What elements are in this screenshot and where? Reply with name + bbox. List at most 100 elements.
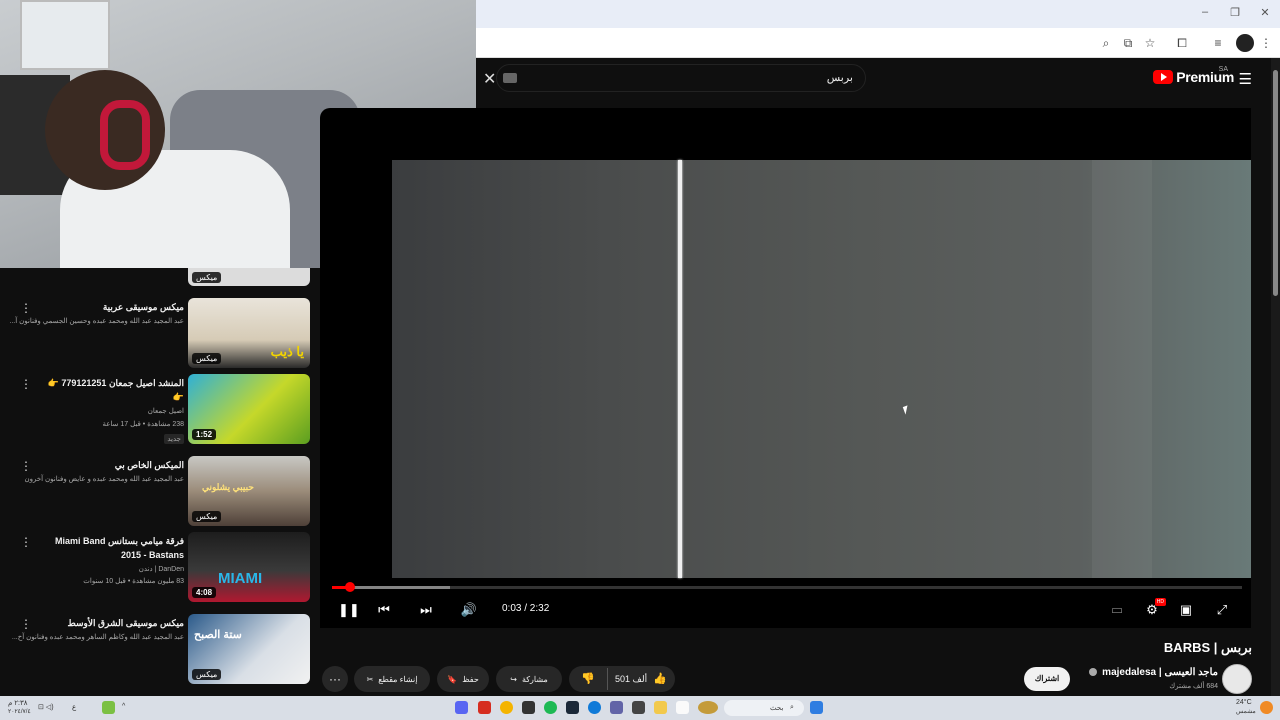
terminal-icon[interactable] <box>522 701 535 714</box>
sun-weather-icon[interactable] <box>1260 701 1273 714</box>
bookmark-star-icon[interactable]: ☆ <box>1142 35 1158 51</box>
progress-scrubber[interactable] <box>345 582 356 592</box>
next-icon[interactable]: ⏭ <box>418 601 434 619</box>
profile-icon[interactable] <box>1236 34 1254 52</box>
like-count[interactable]: 501 ألف <box>615 674 647 685</box>
page-scrollbar[interactable] <box>1271 58 1280 696</box>
date: ٢٠٢٤/٧/٤ <box>8 709 31 715</box>
settings-gear-icon[interactable]: ⚙ HD <box>1144 598 1166 619</box>
item-meta: 238 مشاهدة • قبل 17 ساعة <box>102 421 184 428</box>
spotify-icon[interactable] <box>544 701 557 714</box>
more-options-icon[interactable]: ⋮ <box>20 536 32 548</box>
tray-app-icon[interactable] <box>102 701 115 714</box>
subscribe-button[interactable]: اشتراك <box>1024 667 1070 691</box>
extensions-icon[interactable]: ⧠ <box>1174 35 1190 51</box>
verified-icon <box>1089 668 1098 677</box>
mix-badge: ميكس <box>192 511 222 522</box>
weather-temp[interactable]: 24°C <box>1236 699 1252 706</box>
list-item[interactable]: ستة الصبح ميكس ⋮ ميكس موسيقى الشرق الأوس… <box>0 614 320 688</box>
scroll-thumb[interactable] <box>1273 70 1278 296</box>
divider <box>607 668 608 690</box>
video-thumbnail[interactable]: حبيبي يشلوني ميكس <box>188 456 310 526</box>
previous-icon[interactable]: ⏮ <box>376 601 392 619</box>
more-actions-button[interactable]: ··· <box>322 666 348 692</box>
discord-icon[interactable] <box>455 701 468 714</box>
item-channel: عبد المجيد عبد الله ومحمد عبده و عايض وف… <box>24 476 184 483</box>
dislike-icon[interactable]: 👎 <box>581 672 595 685</box>
start-windows-icon[interactable] <box>810 701 823 714</box>
minimize-button[interactable]: – <box>1190 6 1220 22</box>
item-channel: اصيل جمعان <box>147 408 184 415</box>
search-input[interactable]: ✕ بربس <box>483 64 866 92</box>
close-window-button[interactable]: ✕ <box>1250 6 1280 22</box>
browser-toolbar: ⌕ ⧉ ☆ ⧠ ≡ ⋮ <box>476 28 1280 58</box>
like-icon[interactable]: 👍 <box>653 672 667 685</box>
store-icon[interactable] <box>632 701 645 714</box>
clip-label: إنشاء مقطع <box>378 674 418 684</box>
bookmark-icon: 🔖 <box>447 674 458 684</box>
steam-icon[interactable] <box>566 701 579 714</box>
red-app-icon[interactable] <box>478 701 491 714</box>
volume-icon[interactable]: 🔊 <box>460 601 478 619</box>
taskbar-search[interactable]: بحث ⌕ <box>724 700 804 716</box>
thumbnail-text: MIAMI <box>218 570 263 587</box>
teams-icon[interactable] <box>610 701 623 714</box>
mix-badge: ميكس <box>192 669 222 680</box>
tray-expand-icon[interactable]: ^ <box>122 703 125 710</box>
list-item[interactable]: MIAMI 4:08 ⋮ فرقة ميامي بستانس Miami Ban… <box>0 532 320 606</box>
like-dislike-group: 👎 501 ألف 👍 <box>569 666 675 692</box>
progress-bar[interactable] <box>332 582 1242 592</box>
video-player[interactable]: ❚❚ ⏮ ⏭ 🔊 0:03 / 2:32 ▭ ⚙ HD ▣ ⤢ <box>320 108 1251 628</box>
edge-icon[interactable] <box>588 701 601 714</box>
more-icon[interactable]: ⋮ <box>1258 35 1274 51</box>
close-search-icon[interactable]: ✕ <box>483 69 496 89</box>
list-item[interactable]: حبيبي يشلوني ميكس ⋮ الميكس الخاص بي عبد … <box>0 456 320 530</box>
share-label: مشاركة <box>521 674 548 684</box>
language-indicator[interactable]: ع <box>72 703 76 711</box>
webcam-window <box>20 0 110 70</box>
notes-icon[interactable] <box>676 701 689 714</box>
scissors-icon: ✂ <box>366 674 374 684</box>
channel-subscribers: 684 ألف مشترك <box>1169 683 1218 690</box>
clip-button[interactable]: ✂ إنشاء مقطع <box>354 666 430 692</box>
video-thumbnail[interactable]: يا ذيب ميكس <box>188 298 310 368</box>
theater-mode-icon[interactable]: ▣ <box>1178 601 1194 619</box>
item-channel: عبد المجيد عبد الله ومحمد عبده وحسين الج… <box>9 318 184 325</box>
taskbar: ٢:٣٨ م ٢٠٢٤/٧/٤ ⊡ ◁) ع ^ بحث ⌕ 24°C مشمس <box>0 696 1280 720</box>
media-icon[interactable]: ≡ <box>1210 35 1226 51</box>
widget-icon[interactable] <box>698 701 718 714</box>
maximize-button[interactable]: ❐ <box>1220 6 1250 22</box>
item-title[interactable]: المنشد اصيل جمعان 779121251 👉👉 <box>44 376 184 404</box>
pause-icon[interactable]: ❚❚ <box>338 601 360 619</box>
video-thumbnail[interactable]: 1:52 <box>188 374 310 444</box>
item-title[interactable]: ميكس موسيقى عربية <box>24 300 184 314</box>
hamburger-menu-icon[interactable]: ☰ <box>1239 70 1252 88</box>
item-title[interactable]: فرقة ميامي بستانس Miami Band 2015 - Bast… <box>34 534 184 562</box>
thumbnail-peek[interactable]: ميكس <box>188 268 310 286</box>
list-item[interactable]: 1:52 ⋮ المنشد اصيل جمعان 779121251 👉👉 اص… <box>0 374 320 448</box>
subtitles-icon[interactable]: ▭ <box>1109 601 1125 619</box>
file-explorer-icon[interactable] <box>654 701 667 714</box>
thumbnail-text: ستة الصبح <box>194 629 242 641</box>
chrome-icon[interactable] <box>500 701 513 714</box>
install-icon[interactable]: ⧉ <box>1120 35 1136 51</box>
item-title[interactable]: ميكس موسيقى الشرق الأوسط <box>24 616 184 630</box>
share-button[interactable]: ↪ مشاركة <box>496 666 562 692</box>
zoom-icon[interactable]: ⌕ <box>1098 35 1114 51</box>
list-item[interactable]: يا ذيب ميكس ⋮ ميكس موسيقى عربية عبد المج… <box>0 298 320 372</box>
network-volume-icon[interactable]: ⊡ ◁) <box>38 703 54 711</box>
more-options-icon[interactable]: ⋮ <box>20 378 32 390</box>
thumbnail-text: يا ذيب <box>270 344 304 359</box>
video-thumbnail[interactable]: ستة الصبح ميكس <box>188 614 310 684</box>
item-title[interactable]: الميكس الخاص بي <box>24 458 184 472</box>
video-thumbnail[interactable]: MIAMI 4:08 <box>188 532 310 602</box>
webcam-headset <box>100 100 150 170</box>
channel-name[interactable]: ماجد العيسى | majedalesa <box>1087 667 1218 678</box>
video-light-line <box>678 160 682 578</box>
video-frame[interactable] <box>392 160 1251 578</box>
save-button[interactable]: 🔖 حفظ <box>437 666 489 692</box>
fullscreen-icon[interactable]: ⤢ <box>1214 601 1230 619</box>
clock[interactable]: ٢:٣٨ م <box>8 699 28 707</box>
keyboard-icon[interactable] <box>503 73 517 83</box>
channel-avatar[interactable] <box>1222 664 1252 694</box>
